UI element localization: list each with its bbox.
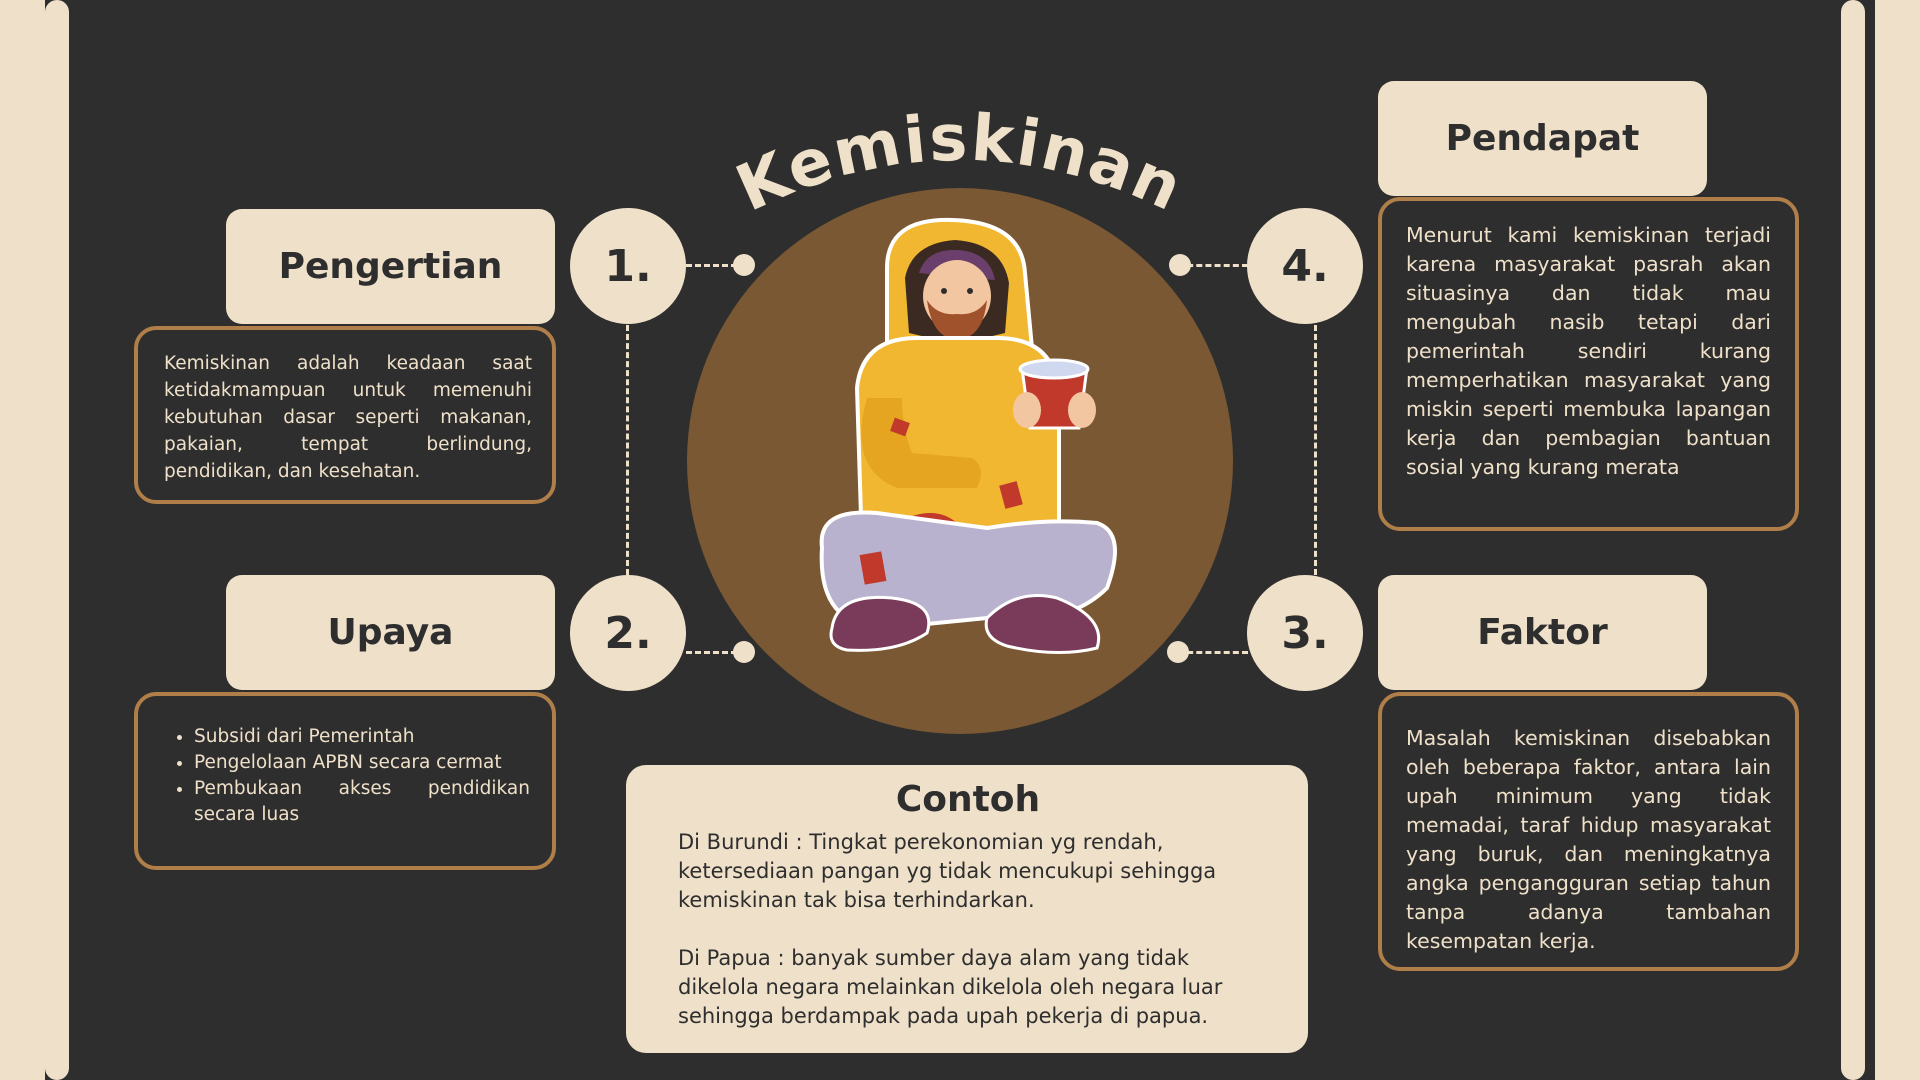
faktor-text: Masalah kemiskinan disebabkan oleh beber… xyxy=(1406,726,1771,953)
right-border-rail xyxy=(1841,0,1865,1080)
connector-right-vertical xyxy=(1314,325,1317,575)
number-badge-2: 2. xyxy=(570,575,686,691)
number-badge-1: 1. xyxy=(570,208,686,324)
connector-dot-3 xyxy=(1167,641,1189,663)
connector-dot-1 xyxy=(733,254,755,276)
list-item: Pembukaan akses pendidikan secara luas xyxy=(194,776,530,828)
left-border-rail xyxy=(45,0,69,1080)
label-faktor: Faktor xyxy=(1378,575,1707,690)
contoh-paragraph-2: Di Papua : banyak sumber daya alam yang … xyxy=(678,946,1223,1028)
list-item: Pengelolaan APBN secara cermat xyxy=(194,750,530,776)
pendapat-box: Menurut kami kemiskinan terjadi karena m… xyxy=(1378,197,1799,531)
upaya-box: Subsidi dari Pemerintah Pengelolaan APBN… xyxy=(134,692,556,870)
label-pendapat: Pendapat xyxy=(1378,81,1707,196)
number-badge-3: 3. xyxy=(1247,575,1363,691)
connector-dot-4 xyxy=(1169,254,1191,276)
number-badge-4: 4. xyxy=(1247,208,1363,324)
contoh-box: Contoh Di Burundi : Tingkat perekonomian… xyxy=(626,765,1308,1053)
poor-man-illustration xyxy=(819,217,1117,654)
label-upaya: Upaya xyxy=(226,575,555,690)
pendapat-text: Menurut kami kemiskinan terjadi karena m… xyxy=(1406,223,1771,479)
faktor-box: Masalah kemiskinan disebabkan oleh beber… xyxy=(1378,692,1799,971)
list-item: Subsidi dari Pemerintah xyxy=(194,724,530,750)
pengertian-box: Kemiskinan adalah keadaan saat ketidakma… xyxy=(134,326,556,504)
contoh-title: Contoh xyxy=(895,779,1041,820)
pengertian-text: Kemiskinan adalah keadaan saat ketidakma… xyxy=(164,353,532,482)
label-pengertian: Pengertian xyxy=(226,209,555,324)
upaya-list: Subsidi dari Pemerintah Pengelolaan APBN… xyxy=(168,724,530,828)
connector-dot-2 xyxy=(733,641,755,663)
contoh-paragraph-1: Di Burundi : Tingkat perekonomian yg ren… xyxy=(678,830,1217,912)
connector-left-vertical xyxy=(626,325,629,575)
